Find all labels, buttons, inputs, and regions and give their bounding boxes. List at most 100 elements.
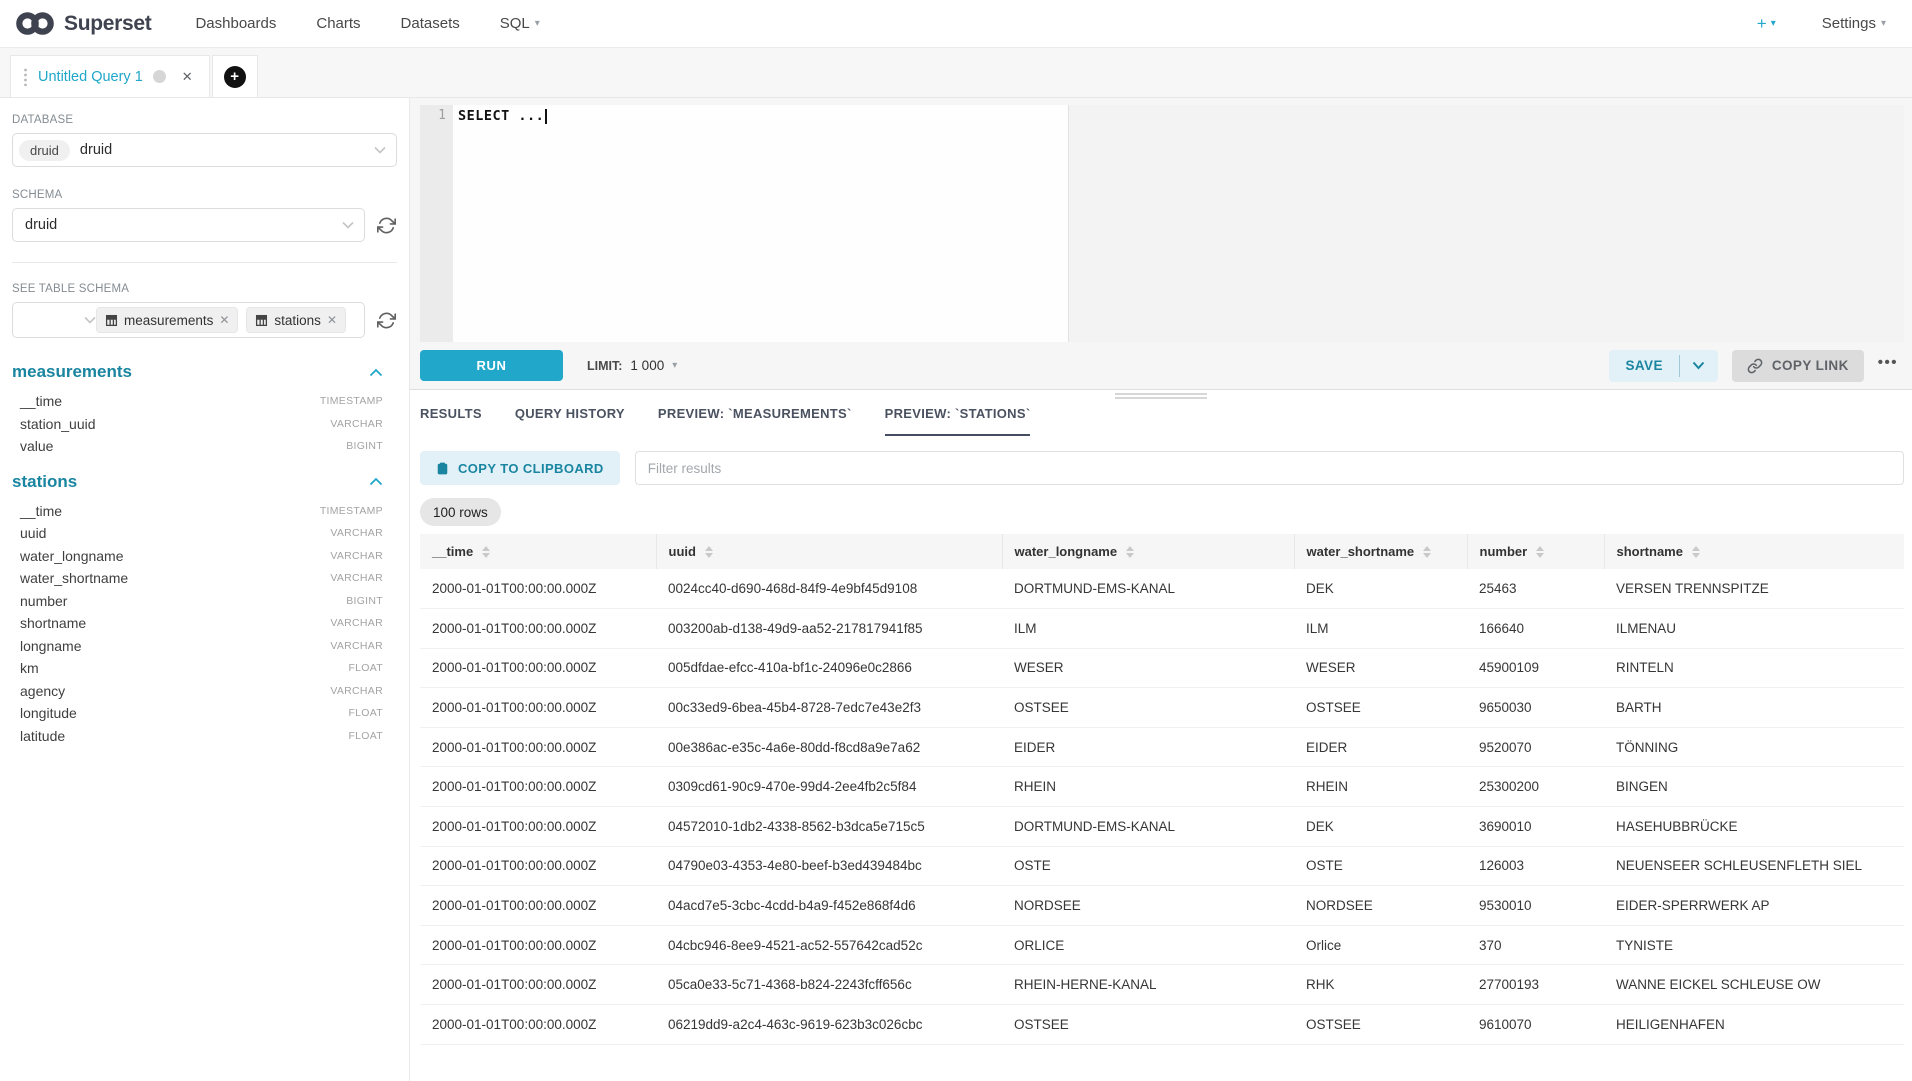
tab-preview-stations[interactable]: PREVIEW: `STATIONS` — [885, 406, 1031, 436]
close-icon[interactable]: ✕ — [219, 313, 229, 327]
pane-splitter — [410, 389, 1912, 390]
cell-number: 9650030 — [1467, 688, 1604, 728]
table-chip[interactable]: measurements ✕ — [96, 307, 238, 333]
sort-icon[interactable] — [1536, 546, 1544, 558]
cell-water-shortname: DEK — [1294, 569, 1467, 609]
schema-column-row: longname VARCHAR — [20, 635, 383, 658]
brand-name: Superset — [64, 12, 151, 36]
close-icon[interactable]: ✕ — [327, 313, 337, 327]
column-header[interactable]: water_longname — [1002, 534, 1294, 569]
cell-uuid: 04572010-1db2-4338-8562-b3dca5e715c5 — [656, 807, 1002, 847]
copy-to-clipboard-button[interactable]: COPY TO CLIPBOARD — [420, 451, 620, 485]
cell-water-shortname: RHK — [1294, 965, 1467, 1005]
column-header[interactable]: __time — [420, 534, 656, 569]
nav-item-charts[interactable]: Charts — [316, 15, 360, 32]
cell-water-shortname: EIDER — [1294, 727, 1467, 767]
column-type: FLOAT — [348, 730, 383, 742]
plus-icon[interactable]: + — [224, 66, 246, 88]
cell-time: 2000-01-01T00:00:00.000Z — [420, 648, 656, 688]
table-row: 2000-01-01T00:00:00.000Z 04acd7e5-3cbc-4… — [420, 886, 1904, 926]
superset-brand[interactable]: Superset — [14, 10, 151, 37]
nav-item-dashboards[interactable]: Dashboards — [195, 15, 276, 32]
column-header[interactable]: number — [1467, 534, 1604, 569]
table-row: 2000-01-01T00:00:00.000Z 0309cd61-90c9-4… — [420, 767, 1904, 807]
schema-column-row: water_longname VARCHAR — [20, 545, 383, 568]
database-backend-pill: druid — [19, 140, 70, 161]
settings-menu[interactable]: Settings ▾ — [1822, 15, 1886, 32]
cell-uuid: 06219dd9-a2c4-463c-9619-623b3c026cbc — [656, 1005, 1002, 1045]
column-name: __time — [20, 503, 62, 519]
limit-dropdown[interactable]: LIMIT: 1 000 ▾ — [587, 358, 677, 373]
sort-icon[interactable] — [705, 546, 713, 558]
schema-column-row: station_uuid VARCHAR — [20, 413, 383, 436]
table-chip[interactable]: stations ✕ — [246, 307, 346, 333]
add-query-tab[interactable]: + — [212, 55, 258, 97]
run-button[interactable]: RUN — [420, 350, 563, 381]
splitter-drag-handle[interactable] — [1115, 393, 1207, 399]
column-header[interactable]: uuid — [656, 534, 1002, 569]
drag-handle-icon[interactable] — [23, 68, 28, 86]
cell-time: 2000-01-01T00:00:00.000Z — [420, 1005, 656, 1045]
table-chip-label: measurements — [124, 313, 213, 328]
cell-number: 370 — [1467, 925, 1604, 965]
link-icon — [1747, 358, 1763, 374]
sort-icon[interactable] — [482, 546, 490, 558]
column-header[interactable]: water_shortname — [1294, 534, 1467, 569]
sort-icon[interactable] — [1423, 546, 1431, 558]
sort-icon[interactable] — [1692, 546, 1700, 558]
save-options-button[interactable] — [1680, 350, 1718, 382]
schema-header-stations[interactable]: stations — [12, 472, 397, 492]
column-type: VARCHAR — [330, 685, 383, 697]
copy-link-button[interactable]: COPY LINK — [1732, 350, 1864, 382]
save-split-button: SAVE — [1609, 350, 1717, 382]
cell-number: 9610070 — [1467, 1005, 1604, 1045]
table-row: 2000-01-01T00:00:00.000Z 0024cc40-d690-4… — [420, 569, 1904, 609]
nav-item-sql[interactable]: SQL ▾ — [500, 15, 540, 32]
tab-query-history[interactable]: QUERY HISTORY — [515, 406, 625, 436]
tab-results[interactable]: RESULTS — [420, 406, 482, 436]
schema-column-row: uuid VARCHAR — [20, 522, 383, 545]
cell-shortname: HEILIGENHAFEN — [1604, 1005, 1904, 1045]
cell-time: 2000-01-01T00:00:00.000Z — [420, 846, 656, 886]
caret-down-icon: ▾ — [672, 361, 677, 371]
close-icon[interactable]: ✕ — [182, 69, 193, 85]
table-schema-select[interactable]: measurements ✕ stations ✕ — [12, 302, 365, 338]
cell-shortname: NEUENSEER SCHLEUSENFLETH SIEL — [1604, 846, 1904, 886]
sort-icon[interactable] — [1126, 546, 1134, 558]
cell-water-shortname: NORDSEE — [1294, 886, 1467, 926]
schema-select[interactable]: druid — [12, 208, 365, 242]
cell-number: 25300200 — [1467, 767, 1604, 807]
tab-preview-measurements[interactable]: PREVIEW: `MEASUREMENTS` — [658, 406, 852, 436]
cell-shortname: ILMENAU — [1604, 609, 1904, 649]
nav-item-datasets[interactable]: Datasets — [401, 15, 460, 32]
results-pane: RESULTS QUERY HISTORY PREVIEW: `MEASUREM… — [410, 390, 1912, 1081]
database-select[interactable]: druid druid — [12, 133, 397, 167]
column-type: BIGINT — [346, 440, 383, 452]
filter-results-input[interactable] — [635, 451, 1904, 485]
cell-water-longname: OSTSEE — [1002, 688, 1294, 728]
cell-shortname: TYNISTE — [1604, 925, 1904, 965]
column-name: water_shortname — [20, 570, 128, 586]
cell-water-shortname: ILM — [1294, 609, 1467, 649]
column-header[interactable]: shortname — [1604, 534, 1904, 569]
more-options-icon[interactable]: ••• — [1878, 354, 1902, 377]
chevron-up-icon[interactable] — [369, 477, 383, 486]
cell-uuid: 04acd7e5-3cbc-4cdd-b4a9-f452e868f4d6 — [656, 886, 1002, 926]
cell-water-longname: WESER — [1002, 648, 1294, 688]
results-table-header-row: __time uuid — [420, 534, 1904, 569]
cell-water-shortname: OSTSEE — [1294, 1005, 1467, 1045]
sql-editor[interactable]: 1 SELECT ... — [420, 105, 1904, 342]
chevron-up-icon[interactable] — [369, 368, 383, 377]
save-button[interactable]: SAVE — [1609, 350, 1678, 382]
cell-shortname: RINTELN — [1604, 648, 1904, 688]
column-name: __time — [20, 393, 62, 409]
cell-water-longname: OSTE — [1002, 846, 1294, 886]
cell-time: 2000-01-01T00:00:00.000Z — [420, 727, 656, 767]
schema-header-measurements[interactable]: measurements — [12, 362, 397, 382]
refresh-tables-icon[interactable] — [375, 309, 397, 331]
new-item-button[interactable]: + ▾ — [1757, 14, 1776, 34]
query-tab-untitled-query-1[interactable]: Untitled Query 1 ✕ — [10, 55, 210, 97]
refresh-schemas-icon[interactable] — [375, 214, 397, 236]
cell-shortname: WANNE EICKEL SCHLEUSE OW — [1604, 965, 1904, 1005]
caret-down-icon: ▾ — [1881, 19, 1886, 29]
